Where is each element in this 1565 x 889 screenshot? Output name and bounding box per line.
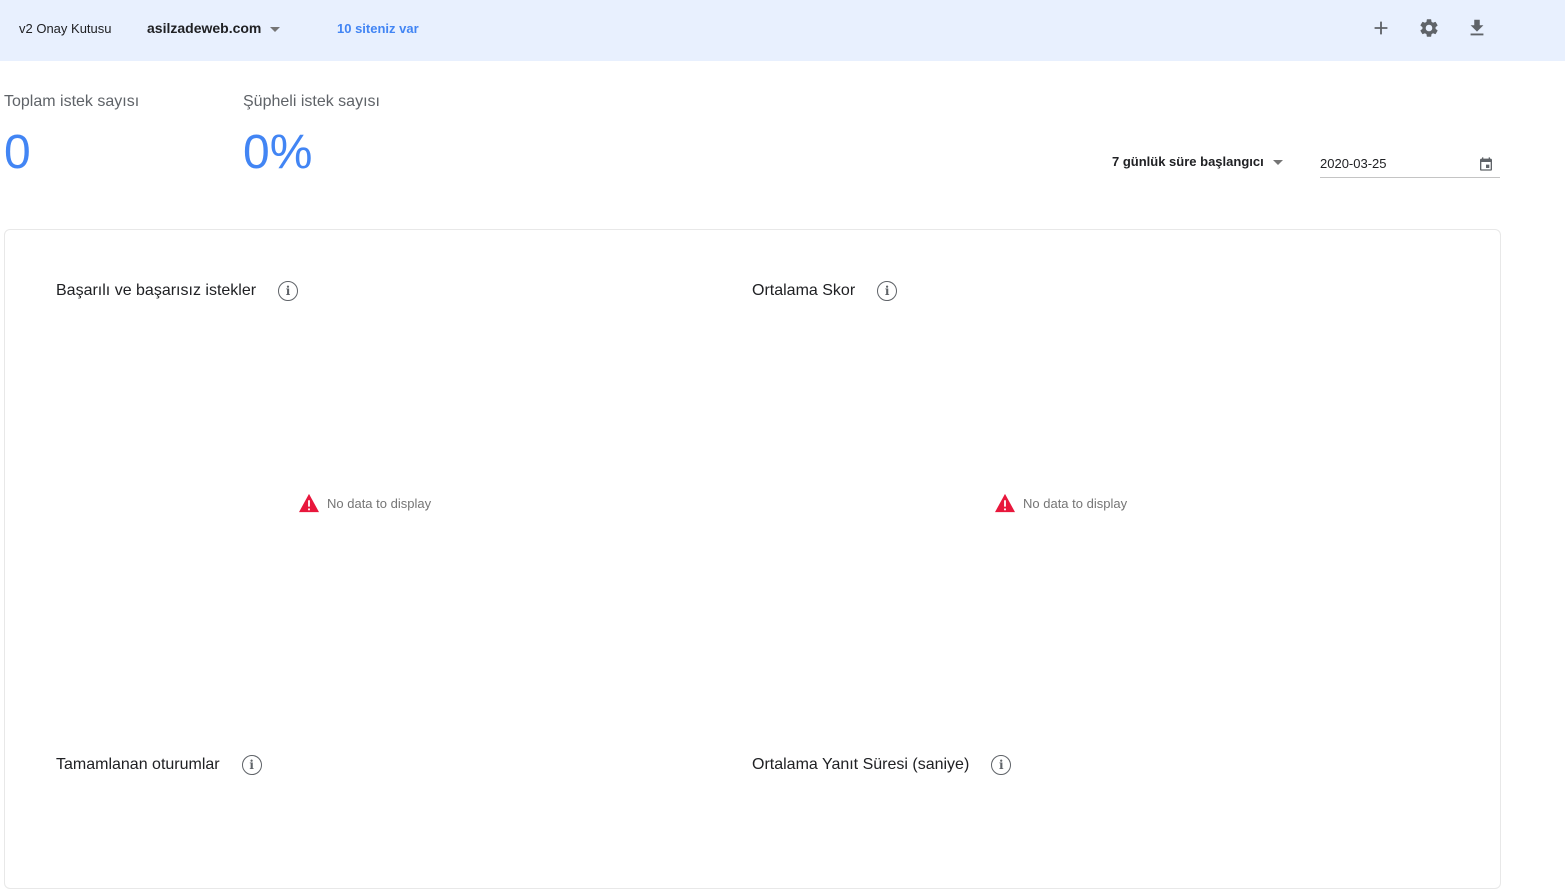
panel-title-response-time: Ortalama Yanıt Süresi (saniye) i	[752, 755, 1012, 775]
chevron-down-icon	[270, 26, 281, 32]
site-name: asilzadeweb.com	[147, 20, 262, 36]
site-count-link[interactable]: 10 siteniz var	[337, 21, 419, 36]
site-selector[interactable]: asilzadeweb.com	[147, 20, 281, 36]
top-bar: v2 Onay Kutusu asilzadeweb.com 10 siteni…	[0, 0, 1565, 61]
total-requests-value: 0	[4, 126, 31, 179]
warning-icon	[995, 493, 1015, 513]
start-date-field[interactable]: 2020-03-25	[1320, 150, 1500, 178]
panel-title-requests: Başarılı ve başarısız istekler i	[56, 281, 299, 301]
date-range-selector[interactable]: 7 günlük süre başlangıcı	[1112, 154, 1283, 169]
start-date-value: 2020-03-25	[1320, 156, 1387, 171]
info-icon[interactable]: i	[991, 755, 1012, 775]
settings-icon	[1420, 19, 1438, 37]
app-title: v2 Onay Kutusu	[19, 21, 112, 36]
date-range-label: 7 günlük süre başlangıcı	[1112, 154, 1264, 169]
info-icon[interactable]: i	[241, 755, 262, 775]
panel-title-text: Tamamlanan oturumlar	[56, 756, 220, 773]
no-data-message: No data to display	[994, 493, 1127, 513]
charts-card: Başarılı ve başarısız istekler i Ortalam…	[4, 229, 1501, 889]
no-data-text: No data to display	[327, 495, 432, 511]
info-icon[interactable]: i	[877, 281, 898, 301]
info-icon[interactable]: i	[278, 281, 299, 301]
add-site-button[interactable]	[1367, 14, 1395, 42]
no-data-text: No data to display	[1023, 495, 1128, 511]
panel-title-text: Ortalama Skor	[752, 282, 856, 299]
add-icon	[1374, 21, 1388, 35]
warning-icon	[299, 493, 319, 513]
download-button[interactable]	[1463, 14, 1491, 42]
panel-title-text: Başarılı ve başarısız istekler	[56, 282, 257, 299]
calendar-icon[interactable]	[1478, 156, 1494, 172]
suspicious-requests-label: Şüpheli istek sayısı	[243, 93, 380, 110]
chevron-down-icon	[1272, 160, 1283, 165]
settings-button[interactable]	[1415, 14, 1443, 42]
panel-title-score: Ortalama Skor i	[752, 281, 898, 301]
suspicious-requests-value: 0%	[243, 126, 313, 179]
download-icon	[1470, 19, 1484, 36]
total-requests-label: Toplam istek sayısı	[4, 93, 140, 110]
no-data-message: No data to display	[298, 493, 431, 513]
panel-title-text: Ortalama Yanıt Süresi (saniye)	[752, 756, 970, 773]
panel-title-sessions: Tamamlanan oturumlar i	[56, 755, 262, 775]
